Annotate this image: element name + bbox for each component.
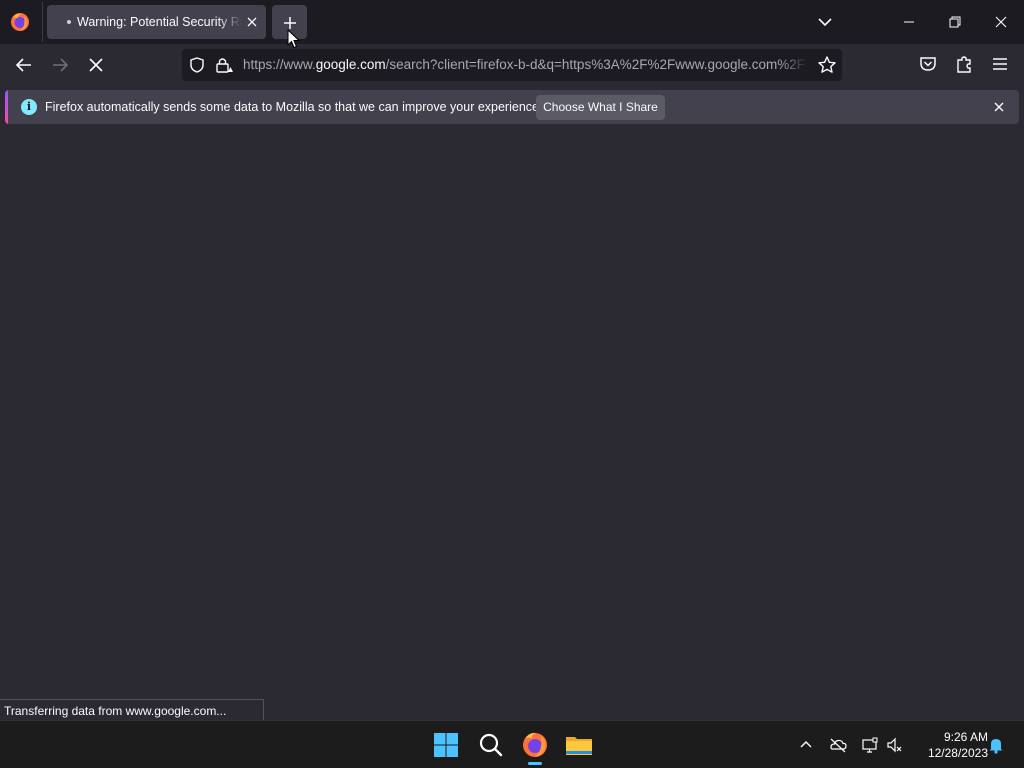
notification-message: Firefox automatically sends some data to… — [45, 100, 543, 114]
clock-date: 12/28/2023 — [927, 746, 988, 760]
stop-button[interactable] — [85, 54, 107, 76]
back-button[interactable] — [13, 54, 35, 76]
forward-button[interactable] — [49, 54, 71, 76]
notification-bell-icon[interactable] — [987, 736, 1005, 754]
stop-icon — [89, 58, 103, 72]
data-collection-notification-bar: i Firefox automatically sends some data … — [5, 90, 1019, 124]
forward-arrow-icon — [53, 58, 69, 72]
connection-lock-warning-icon[interactable] — [215, 56, 235, 79]
minimize-button[interactable] — [886, 0, 932, 44]
choose-what-i-share-button[interactable]: Choose What I Share — [536, 95, 665, 120]
hamburger-menu-icon — [993, 58, 1007, 70]
extensions-button[interactable] — [954, 54, 976, 76]
active-app-indicator — [528, 762, 542, 765]
restore-button[interactable] — [932, 0, 978, 44]
firefox-icon[interactable] — [519, 729, 551, 761]
tab-close-icon[interactable] — [244, 14, 260, 30]
close-icon — [995, 16, 1007, 28]
tab-bar: Warning: Potential Security Risk Ahead — [0, 0, 1024, 44]
restore-icon — [949, 16, 961, 28]
puzzle-piece-icon — [957, 56, 971, 73]
tab-title: Warning: Potential Security Risk Ahead — [77, 15, 242, 29]
page-content-area[interactable] — [0, 128, 1024, 720]
notification-close-icon[interactable] — [991, 99, 1007, 120]
system-clock[interactable]: 9:26 AM 12/28/2023 — [912, 729, 988, 761]
loading-indicator-icon — [67, 20, 71, 24]
windows-start-icon[interactable] — [430, 729, 462, 761]
show-hidden-icons-chevron-up-icon[interactable] — [797, 736, 815, 754]
windows-taskbar: 9:26 AM 12/28/2023 — [0, 720, 1024, 768]
info-icon: i — [21, 99, 37, 115]
onedrive-offline-icon[interactable] — [829, 736, 847, 754]
network-icon[interactable] — [861, 736, 879, 754]
tab-security-warning[interactable]: Warning: Potential Security Risk Ahead — [47, 5, 266, 39]
list-all-tabs-button[interactable] — [815, 12, 835, 32]
search-icon[interactable] — [475, 729, 507, 761]
chevron-down-icon — [818, 18, 832, 27]
bookmark-star-icon[interactable] — [817, 55, 837, 80]
minimize-icon — [904, 21, 914, 23]
pocket-icon — [920, 57, 936, 71]
firefox-app-icon[interactable] — [10, 12, 30, 32]
application-menu-button[interactable] — [990, 54, 1012, 76]
file-explorer-icon[interactable] — [563, 729, 595, 761]
url-text[interactable]: https://www.google.com/search?client=fir… — [243, 57, 808, 75]
close-window-button[interactable] — [978, 0, 1024, 44]
pocket-button[interactable] — [918, 54, 940, 76]
tab-separator — [42, 2, 43, 42]
status-panel: Transferring data from www.google.com... — [0, 699, 264, 721]
back-arrow-icon — [15, 58, 31, 72]
url-bar[interactable]: https://www.google.com/search?client=fir… — [182, 49, 842, 81]
volume-muted-icon[interactable] — [886, 736, 904, 754]
tracking-protection-icon[interactable] — [188, 56, 206, 79]
navigation-toolbar: https://www.google.com/search?client=fir… — [0, 44, 1024, 86]
mouse-cursor-icon — [287, 28, 301, 54]
clock-time: 9:26 AM — [943, 730, 988, 744]
notification-accent — [5, 90, 8, 124]
